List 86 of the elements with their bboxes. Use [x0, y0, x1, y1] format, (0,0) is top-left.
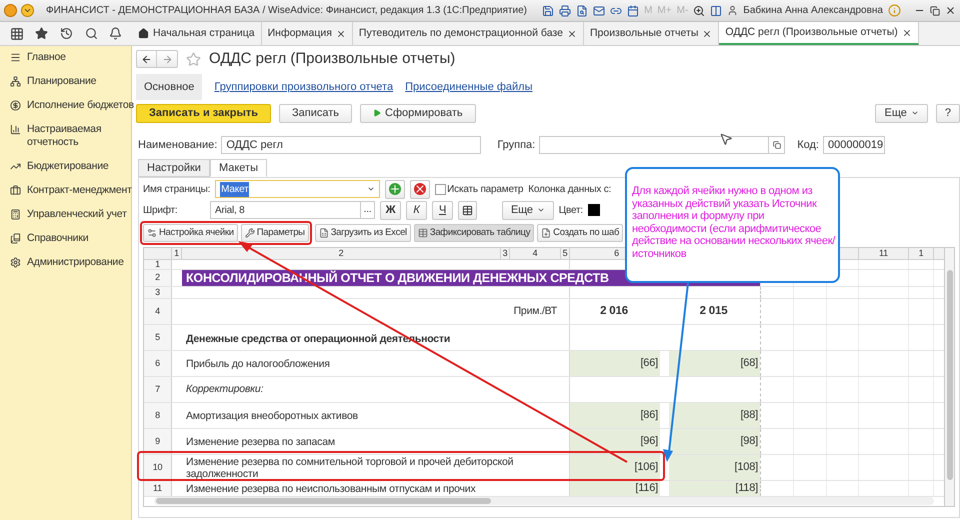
column-header: 3: [502, 248, 508, 259]
sidebar-item[interactable]: Планирование: [0, 72, 131, 91]
row-number: 11: [153, 482, 162, 495]
tab[interactable]: Начальная страница: [132, 22, 262, 45]
sidebar-item[interactable]: Главное: [0, 48, 131, 67]
row-number: 1: [155, 258, 160, 271]
section-link[interactable]: Присоединенные файлы: [405, 78, 533, 96]
form-title: ОДДС регл (Произвольные отчеты): [209, 48, 456, 69]
row-number: 10: [152, 460, 162, 474]
save-close-button[interactable]: Записать и закрыть: [136, 104, 272, 122]
cell-formula: [86]: [640, 408, 658, 424]
column-header: 4: [532, 248, 538, 259]
tab[interactable]: Путеводитель по демонстрационной базе: [352, 22, 584, 45]
cell-formula: [118]: [735, 481, 758, 496]
cell-formula: [98]: [740, 434, 758, 450]
field-label: Цвет:: [558, 204, 583, 218]
style-button[interactable]: Ж: [380, 200, 401, 220]
help-button[interactable]: ?: [936, 104, 960, 122]
section-link[interactable]: Основное: [136, 74, 202, 100]
column-header: 1: [918, 248, 924, 259]
sidebar-item[interactable]: Управленческий учет: [0, 205, 131, 224]
sidebar-item[interactable]: Справочники: [0, 229, 131, 248]
row-number: 3: [155, 286, 160, 299]
code-field[interactable]: 000000019: [823, 136, 885, 154]
cell-formula: [106]: [634, 460, 658, 476]
column-header: 11: [879, 248, 888, 259]
style-button[interactable]: Ч: [432, 200, 453, 220]
row-label: Корректировки:: [186, 382, 264, 397]
row-label: Амортизация внеоборотных активов: [186, 410, 358, 422]
cell-formula: [66]: [640, 356, 658, 372]
sidebar-item[interactable]: Контракт-менеджмент: [0, 181, 131, 200]
more-button[interactable]: Еще: [875, 104, 928, 122]
column-header: 5: [562, 248, 568, 259]
name-field[interactable]: ОДДС регл: [221, 136, 482, 154]
cell-formula: [108]: [734, 460, 758, 476]
year-header: 2 015: [700, 304, 728, 319]
tab[interactable]: Настройки: [138, 159, 210, 177]
save-button[interactable]: Записать: [279, 104, 352, 122]
row-number: 4: [155, 304, 160, 318]
field-label: Колонка данных с:: [528, 182, 612, 196]
field-label: Имя страницы:: [143, 182, 210, 196]
row-label: Изменение резерва по сомнительной торговой и прочей дебиторской задолженности: [186, 456, 514, 480]
row-number: 9: [155, 434, 160, 448]
field-label: Группа:: [497, 138, 536, 153]
row-label: Изменение резерва по неиспользованным отпускам и прочих: [186, 482, 476, 494]
row-number: 5: [155, 330, 160, 344]
cell-formula: [68]: [740, 356, 758, 372]
tab[interactable]: Макеты: [210, 159, 267, 177]
row-label: Изменение резерва по запасам: [186, 436, 335, 448]
row-number: 8: [155, 408, 160, 422]
tab[interactable]: ОДДС регл (Произвольные отчеты): [719, 22, 919, 45]
section-link[interactable]: Группировки произвольного отчета: [214, 78, 394, 96]
field-label: Шрифт:: [143, 204, 178, 218]
row-number: 2: [155, 271, 160, 284]
cell-formula: [116]: [635, 481, 658, 496]
column-header: 6: [614, 248, 619, 259]
toolbar-button[interactable]: Зафиксировать таблицу: [414, 224, 534, 242]
cell-formula: [88]: [740, 408, 758, 424]
cell-formula: [96]: [640, 434, 658, 450]
tab[interactable]: Информация: [262, 22, 353, 45]
toolbar-button[interactable]: Создать по шаб: [537, 224, 624, 242]
toolbar-button[interactable]: Загрузить из Excel: [314, 224, 411, 242]
toolbar-button[interactable]: Параметры: [240, 224, 309, 242]
callout: Для каждой ячейки нужно в одном из указанных действий указать Источник заполнения и формулу при необходимости (если арифмитическое действие на основании нескольких ячеек/источников: [625, 167, 840, 283]
row-number: 7: [155, 382, 160, 396]
row-label: Прибыль до налогообложения: [186, 358, 330, 370]
toolbar-button[interactable]: Настройка ячейки: [143, 224, 238, 242]
sidebar-item[interactable]: Настраиваемая отчетность: [0, 120, 131, 152]
more-button[interactable]: Еще: [502, 200, 554, 220]
field-label: Наименование:: [138, 138, 218, 153]
column-header: 2: [338, 248, 344, 259]
sidebar-item[interactable]: Администрирование: [0, 253, 131, 272]
column-note: Прим./ВТ: [514, 304, 557, 319]
field-label: Код:: [797, 138, 819, 153]
window-title: ФИНАНСИСТ - ДЕМОНСТРАЦИОННАЯ БАЗА / WiseAdvice: Финансист, редакция 1.3 (1С:Предприятие): [46, 4, 527, 18]
row-number: 6: [155, 356, 160, 370]
page-name-field[interactable]: Макет: [215, 180, 380, 198]
checkbox-label: Искать параметр: [447, 182, 524, 196]
column-header: 1: [174, 248, 179, 259]
font-field[interactable]: Arial, 8 ...: [210, 201, 375, 219]
choose-button[interactable]: ...: [360, 202, 374, 218]
generate-button[interactable]: Сформировать: [360, 104, 476, 122]
user-name[interactable]: Бабкина Анна Александровна: [743, 3, 883, 18]
sidebar-item[interactable]: Бюджетирование: [0, 157, 131, 176]
year-header: 2 016: [600, 304, 628, 319]
style-button[interactable]: К: [406, 200, 427, 220]
